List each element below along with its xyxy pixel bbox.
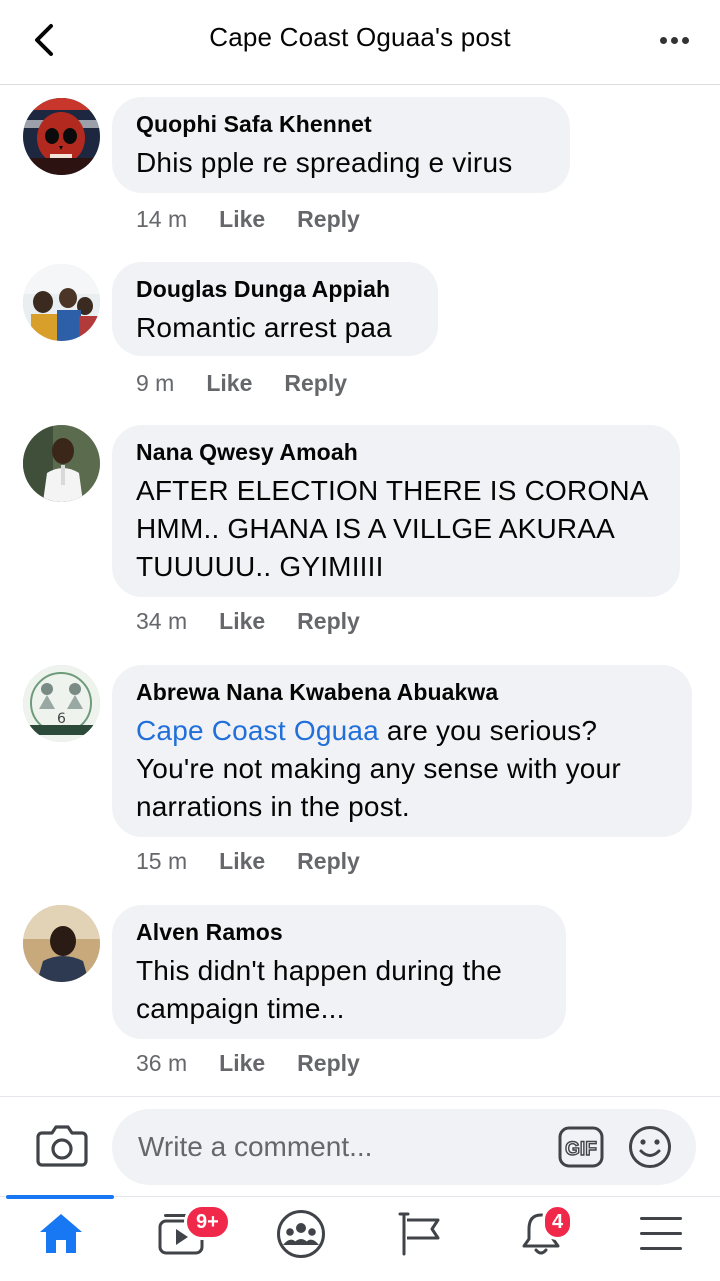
comment-meta: 36 m Like Reply xyxy=(136,1050,360,1077)
comment-bubble[interactable]: Abrewa Nana Kwabena Abuakwa Cape Coast O… xyxy=(112,665,692,837)
comment-author[interactable]: Quophi Safa Khennet xyxy=(136,111,546,138)
comment-text-line: You're not making any sense with your xyxy=(136,753,621,784)
comment-text: This didn't happen during the campaign t… xyxy=(136,952,542,1028)
gif-label: GIF xyxy=(565,1139,597,1160)
comment-author[interactable]: Alven Ramos xyxy=(136,919,542,946)
comment-bubble[interactable]: Nana Qwesy Amoah AFTER ELECTION THERE IS… xyxy=(112,425,680,597)
comment-time: 36 m xyxy=(136,1050,188,1076)
like-button[interactable]: Like xyxy=(219,608,265,635)
video-badge: 9+ xyxy=(184,1204,231,1240)
more-dot-icon xyxy=(670,36,678,44)
groups-icon xyxy=(277,1210,325,1258)
comment-text: Romantic arrest paa xyxy=(136,312,392,343)
more-dot-icon xyxy=(659,36,667,44)
more-options-button[interactable] xyxy=(652,24,696,56)
like-button[interactable]: Like xyxy=(219,1050,265,1077)
comment-time: 9 m xyxy=(136,370,175,396)
gif-icon: GIF xyxy=(558,1126,604,1168)
avatar[interactable]: 6 xyxy=(23,665,100,742)
comment-time: 15 m xyxy=(136,848,188,874)
comment-author[interactable]: Douglas Dunga Appiah xyxy=(136,276,414,303)
smile-icon xyxy=(629,1126,671,1168)
comment-composer: GIF xyxy=(0,1096,720,1197)
comment-input[interactable] xyxy=(136,1130,540,1164)
comment-text-line: narrations in the post. xyxy=(136,791,410,822)
comment-text-line: AFTER ELECTION THERE IS CORONA xyxy=(136,475,649,506)
post-header: Cape Coast Oguaa's post xyxy=(0,0,720,85)
comment-text: AFTER ELECTION THERE IS CORONA HMM.. GHA… xyxy=(136,472,656,586)
tab-menu[interactable] xyxy=(600,1197,720,1281)
reply-button[interactable]: Reply xyxy=(297,848,360,875)
tab-groups[interactable] xyxy=(240,1197,360,1281)
comment-author[interactable]: Nana Qwesy Amoah xyxy=(136,439,656,466)
avatar[interactable] xyxy=(23,98,100,175)
comment-text-line: Cape Coast Oguaa are you serious? xyxy=(136,712,668,750)
comment-bubble[interactable]: Alven Ramos This didn't happen during th… xyxy=(112,905,566,1039)
mention-link[interactable]: Cape Coast Oguaa xyxy=(136,715,379,746)
more-dot-icon xyxy=(681,36,689,44)
tab-pages[interactable] xyxy=(360,1197,480,1281)
reply-button[interactable]: Reply xyxy=(297,608,360,635)
like-button[interactable]: Like xyxy=(219,206,265,233)
notifications-badge: 4 xyxy=(542,1204,574,1240)
comment-bubble[interactable]: Douglas Dunga Appiah Romantic arrest paa xyxy=(112,262,438,356)
camera-button[interactable] xyxy=(36,1121,88,1169)
reply-button[interactable]: Reply xyxy=(297,206,360,233)
hamburger-menu-icon xyxy=(640,1217,682,1250)
camera-icon xyxy=(36,1125,88,1167)
svg-text:6: 6 xyxy=(57,711,66,727)
comment-text-line: campaign time... xyxy=(136,993,345,1024)
tab-home[interactable] xyxy=(0,1197,120,1281)
comment-time: 34 m xyxy=(136,608,188,634)
home-icon xyxy=(40,1214,82,1253)
comment-time: 14 m xyxy=(136,206,188,232)
comment-text-fragment: are you serious? xyxy=(378,715,598,746)
like-button[interactable]: Like xyxy=(219,848,265,875)
comment-meta: 14 m Like Reply xyxy=(136,206,360,233)
comment-text: Cape Coast Oguaa are you serious? You're… xyxy=(136,712,668,826)
comment-bubble[interactable]: Quophi Safa Khennet Dhis pple re spreadi… xyxy=(112,97,570,193)
tab-video[interactable]: 9+ xyxy=(120,1197,240,1281)
comment-text-line: TUUUUU.. GYIMIIII xyxy=(136,551,384,582)
page-title: Cape Coast Oguaa's post xyxy=(209,22,511,52)
comment-text-line: This didn't happen during the xyxy=(136,955,503,986)
comment-meta: 34 m Like Reply xyxy=(136,608,360,635)
avatar[interactable] xyxy=(23,905,100,982)
reply-button[interactable]: Reply xyxy=(284,370,347,397)
like-button[interactable]: Like xyxy=(206,370,252,397)
gif-button[interactable]: GIF xyxy=(558,1126,604,1168)
tab-notifications[interactable]: 4 xyxy=(480,1197,600,1281)
comment-meta: 15 m Like Reply xyxy=(136,848,360,875)
emoji-button[interactable] xyxy=(628,1125,672,1169)
comment-text: Dhis pple re spreading e virus xyxy=(136,147,513,178)
flag-icon xyxy=(398,1212,440,1256)
reply-button[interactable]: Reply xyxy=(297,1050,360,1077)
comment-text-line: HMM.. GHANA IS A VILLGE AKURAA xyxy=(136,513,616,544)
avatar[interactable] xyxy=(23,264,100,341)
comment-meta: 9 m Like Reply xyxy=(136,370,347,397)
comment-author[interactable]: Abrewa Nana Kwabena Abuakwa xyxy=(136,679,668,706)
avatar[interactable] xyxy=(23,425,100,502)
bottom-navigation: 9+ 4 xyxy=(0,1195,720,1281)
comment-input-box[interactable]: GIF xyxy=(112,1109,696,1185)
